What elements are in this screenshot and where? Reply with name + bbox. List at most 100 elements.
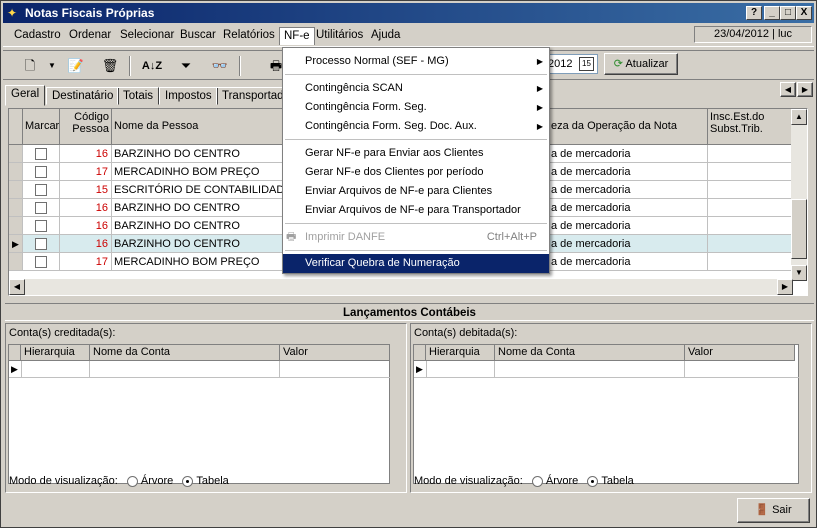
toolbar-separator (239, 56, 241, 76)
refresh-label: Atualizar (625, 58, 669, 70)
minimize-button[interactable]: _ (764, 6, 780, 20)
credit-empty-row[interactable]: ▶ (9, 361, 390, 378)
calendar-icon[interactable]: 15 (579, 57, 594, 71)
debit-radio-tabela[interactable] (587, 475, 599, 487)
tab-scroll-right[interactable]: ▶ (797, 82, 813, 97)
scroll-right-icon[interactable]: ▶ (777, 279, 793, 295)
debit-col-hierarquia[interactable]: Hierarquia (426, 345, 495, 361)
row-indicator (9, 145, 23, 163)
menu-item-gerar-enviar[interactable]: Gerar NF-e para Enviar aos Clientes (283, 144, 549, 163)
main-window: ✦ Notas Fiscais Próprias ? _ □ X Cadastr… (0, 0, 817, 528)
menu-item-processo-normal[interactable]: Processo Normal (SEF - MG) ▶ (283, 52, 549, 71)
menu-selecionar[interactable]: Selecionar (120, 29, 174, 41)
menu-item-contingencia-scan[interactable]: Contingência SCAN ▶ (283, 79, 549, 98)
natureza-cell: a de mercadoria (549, 253, 708, 271)
menu-ajuda[interactable]: Ajuda (371, 29, 400, 41)
natureza-cell: a de mercadoria (549, 217, 708, 235)
menu-cadastro[interactable]: Cadastro (14, 29, 61, 41)
row-checkbox[interactable] (35, 166, 47, 178)
debit-view-mode: Modo de visualização: Árvore Tabela (414, 475, 634, 487)
debit-col-nome[interactable]: Nome da Conta (495, 345, 685, 361)
processo-normal-label: Processo Normal (SEF - MG) (305, 55, 449, 67)
submenu-arrow-icon: ▶ (536, 84, 543, 93)
imprimir-shortcut: Ctrl+Alt+P (486, 231, 537, 243)
app-icon: ✦ (7, 6, 18, 20)
credit-label: Conta(s) creditada(s): (9, 327, 116, 339)
row-checkbox[interactable] (35, 184, 47, 196)
menu-item-imprimir-danfe[interactable]: 🖶 Imprimir DANFE Ctrl+Alt+P (283, 228, 549, 247)
natureza-cell: a de mercadoria (549, 199, 708, 217)
row-checkbox[interactable] (35, 148, 47, 160)
col-natureza[interactable]: eza da Operação da Nota (549, 109, 708, 145)
filter-icon[interactable]: ⏷ (175, 56, 197, 76)
row-indicator-header (9, 109, 23, 145)
tab-destinatario[interactable]: Destinatário (46, 87, 120, 105)
binoculars-icon[interactable]: 👓 (209, 56, 231, 76)
row-checkbox[interactable] (35, 220, 47, 232)
menu-item-verificar-quebra[interactable]: Verificar Quebra de Numeração (283, 254, 549, 273)
menu-separator (285, 250, 547, 251)
col-codigo[interactable]: Código Pessoa (60, 109, 112, 145)
debit-mode-label: Modo de visualização: (414, 475, 523, 487)
debit-radio-arvore[interactable] (531, 475, 543, 487)
grid-vscroll[interactable]: ▲ ▼ (791, 109, 807, 281)
codigo-cell: 16 (60, 145, 112, 163)
menu-ordenar[interactable]: Ordenar (69, 29, 111, 41)
scroll-thumb[interactable] (791, 199, 807, 259)
col-insc[interactable]: Insc.Est.do Subst.Trib. (708, 109, 793, 145)
dropdown-arrow-icon[interactable]: ▼ (41, 56, 63, 76)
scroll-up-icon[interactable]: ▲ (791, 109, 807, 125)
tab-geral[interactable]: Geral (5, 85, 46, 106)
tab-scroll-left[interactable]: ◀ (780, 82, 796, 97)
date-user-status: 23/04/2012 | luc (694, 26, 812, 43)
sort-az-icon[interactable]: A↓Z (141, 56, 163, 76)
row-indicator (9, 199, 23, 217)
codigo-cell: 15 (60, 181, 112, 199)
debit-col-valor[interactable]: Valor (685, 345, 795, 361)
menu-utilitarios[interactable]: Utilitários (316, 29, 363, 41)
credit-col-nome[interactable]: Nome da Conta (90, 345, 280, 361)
scroll-left-icon[interactable]: ◀ (9, 279, 25, 295)
col-marcar[interactable]: Marcar (23, 109, 60, 145)
credit-radio-arvore[interactable] (126, 475, 138, 487)
codigo-cell: 17 (60, 163, 112, 181)
refresh-button[interactable]: ⟳ Atualizar (604, 53, 678, 75)
help-button[interactable]: ? (746, 6, 762, 20)
toolbar-separator (129, 56, 131, 76)
nfe-dropdown-menu: Processo Normal (SEF - MG) ▶ Contingência… (282, 47, 550, 274)
maximize-button[interactable]: □ (780, 6, 796, 20)
exit-button[interactable]: 🚪 Sair (737, 498, 810, 523)
menu-buscar[interactable]: Buscar (180, 29, 216, 41)
row-checkbox[interactable] (35, 238, 47, 250)
menu-item-contingencia-form-doc[interactable]: Contingência Form. Seg. Doc. Aux. ▶ (283, 117, 549, 136)
menu-item-gerar-periodo[interactable]: Gerar NF-e dos Clientes por período (283, 163, 549, 182)
row-checkbox[interactable] (35, 256, 47, 268)
tab-impostos[interactable]: Impostos (159, 87, 218, 105)
credit-col-valor[interactable]: Valor (280, 345, 390, 361)
tab-totais[interactable]: Totais (117, 87, 160, 105)
lancamentos-title: Lançamentos Contábeis (5, 303, 814, 321)
grid-hscroll[interactable]: ◀ ▶ (9, 279, 793, 295)
menu-item-enviar-transportador[interactable]: Enviar Arquivos de NF-e para Transportad… (283, 201, 549, 220)
credit-radio-tabela[interactable] (182, 475, 194, 487)
refresh-icon: ⟳ (613, 58, 623, 70)
trash-icon[interactable]: 🗑 (99, 56, 121, 76)
debit-empty-row[interactable]: ▶ (414, 361, 799, 378)
debit-grid: Hierarquia Nome da Conta Valor ▶ (413, 344, 799, 484)
door-icon: 🚪 (755, 504, 770, 516)
new-document-icon[interactable]: 🗋 (19, 56, 41, 76)
col-nome[interactable]: Nome da Pessoa (112, 109, 283, 145)
row-pointer-icon: ▶ (11, 364, 18, 374)
insc-cell (708, 163, 793, 181)
scroll-down-icon[interactable]: ▼ (791, 265, 807, 281)
menu-item-enviar-clientes[interactable]: Enviar Arquivos de NF-e para Clientes (283, 182, 549, 201)
debit-label: Conta(s) debitada(s): (414, 327, 518, 339)
insc-cell (708, 217, 793, 235)
menu-nfe[interactable]: NF-e (279, 27, 315, 45)
credit-col-hierarquia[interactable]: Hierarquia (21, 345, 90, 361)
close-button[interactable]: X (796, 6, 812, 20)
menu-relatorios[interactable]: Relatórios (223, 29, 275, 41)
menu-item-contingencia-form[interactable]: Contingência Form. Seg. ▶ (283, 98, 549, 117)
edit-document-icon[interactable]: 📝 (65, 56, 87, 76)
row-checkbox[interactable] (35, 202, 47, 214)
